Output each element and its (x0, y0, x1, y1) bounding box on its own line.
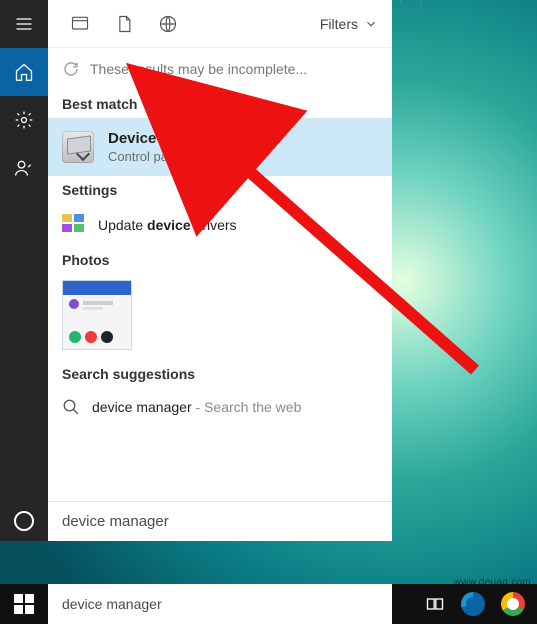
cortana-icon[interactable] (0, 511, 48, 531)
taskbar: device manager (0, 584, 537, 624)
filters-label: Filters (320, 16, 358, 32)
scope-documents-icon[interactable] (106, 6, 142, 42)
section-photos: Photos (48, 246, 392, 274)
task-view-icon[interactable] (425, 594, 445, 614)
edge-icon[interactable] (461, 592, 485, 616)
device-manager-icon (62, 131, 94, 163)
search-results-panel: Filters These results may be incomplete.… (48, 0, 392, 541)
best-match-subtitle: Control panel (108, 149, 222, 164)
gear-icon[interactable] (0, 96, 48, 144)
settings-result[interactable]: Update device drivers (48, 204, 392, 246)
drivers-icon (62, 214, 84, 236)
section-settings: Settings (48, 176, 392, 204)
search-rail (0, 0, 48, 541)
section-best-match: Best match (48, 90, 392, 118)
section-suggestions: Search suggestions (48, 360, 392, 388)
scope-web-icon[interactable] (150, 6, 186, 42)
suggestion-query: device manager (92, 399, 192, 415)
system-tray (413, 592, 537, 616)
filters-dropdown[interactable]: Filters (320, 16, 378, 32)
contact-icon[interactable] (0, 144, 48, 192)
chevron-down-icon (364, 17, 378, 31)
best-match-result[interactable]: Device Manager Control panel (48, 118, 392, 176)
refresh-icon (62, 60, 80, 78)
incomplete-results-notice: These results may be incomplete... (48, 48, 392, 90)
search-icon (62, 398, 80, 416)
suggestion-hint: - Search the web (192, 399, 302, 415)
menu-icon[interactable] (0, 0, 48, 48)
photo-result-thumb[interactable] (62, 280, 132, 350)
search-input[interactable]: device manager (48, 501, 392, 541)
best-match-title: Device Manager (108, 130, 222, 147)
taskbar-search-field[interactable]: device manager (48, 584, 392, 624)
web-suggestion[interactable]: device manager - Search the web (48, 388, 392, 426)
panel-scope-bar: Filters (48, 0, 392, 48)
scope-apps-icon[interactable] (62, 6, 98, 42)
start-button[interactable] (0, 584, 48, 624)
windows-icon (14, 594, 34, 614)
settings-result-label: Update device drivers (98, 217, 237, 233)
chrome-icon[interactable] (501, 592, 525, 616)
home-icon[interactable] (0, 48, 48, 96)
